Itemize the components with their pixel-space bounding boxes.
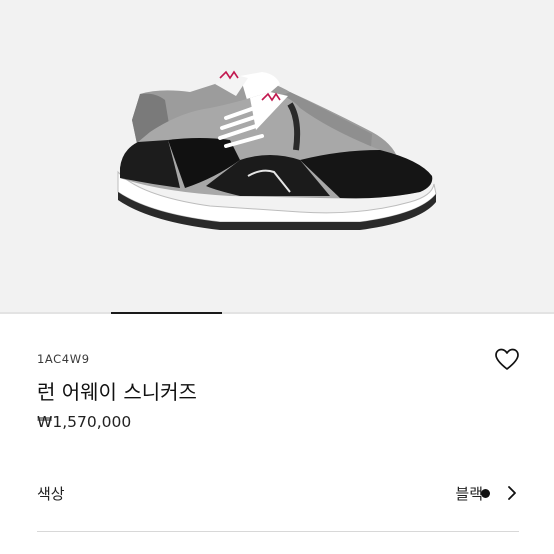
selected-color-name: 블랙 — [455, 485, 483, 503]
product-title: 런 어웨이 스니커즈 — [37, 380, 197, 404]
color-swatch — [481, 489, 490, 498]
sneaker-image — [117, 70, 437, 230]
product-sku: 1AC4W9 — [37, 352, 90, 366]
color-label: 색상 — [37, 485, 65, 503]
gallery-progress-indicator — [111, 312, 222, 314]
product-image-gallery[interactable] — [0, 0, 554, 314]
gallery-progress-track — [0, 312, 554, 314]
heart-outline-icon — [495, 348, 519, 370]
color-selector[interactable]: 색상 블랙 — [37, 474, 519, 514]
chevron-right-icon — [508, 486, 516, 500]
product-price: ₩1,570,000 — [37, 413, 132, 431]
section-divider — [37, 531, 519, 532]
wishlist-button[interactable] — [494, 347, 520, 373]
